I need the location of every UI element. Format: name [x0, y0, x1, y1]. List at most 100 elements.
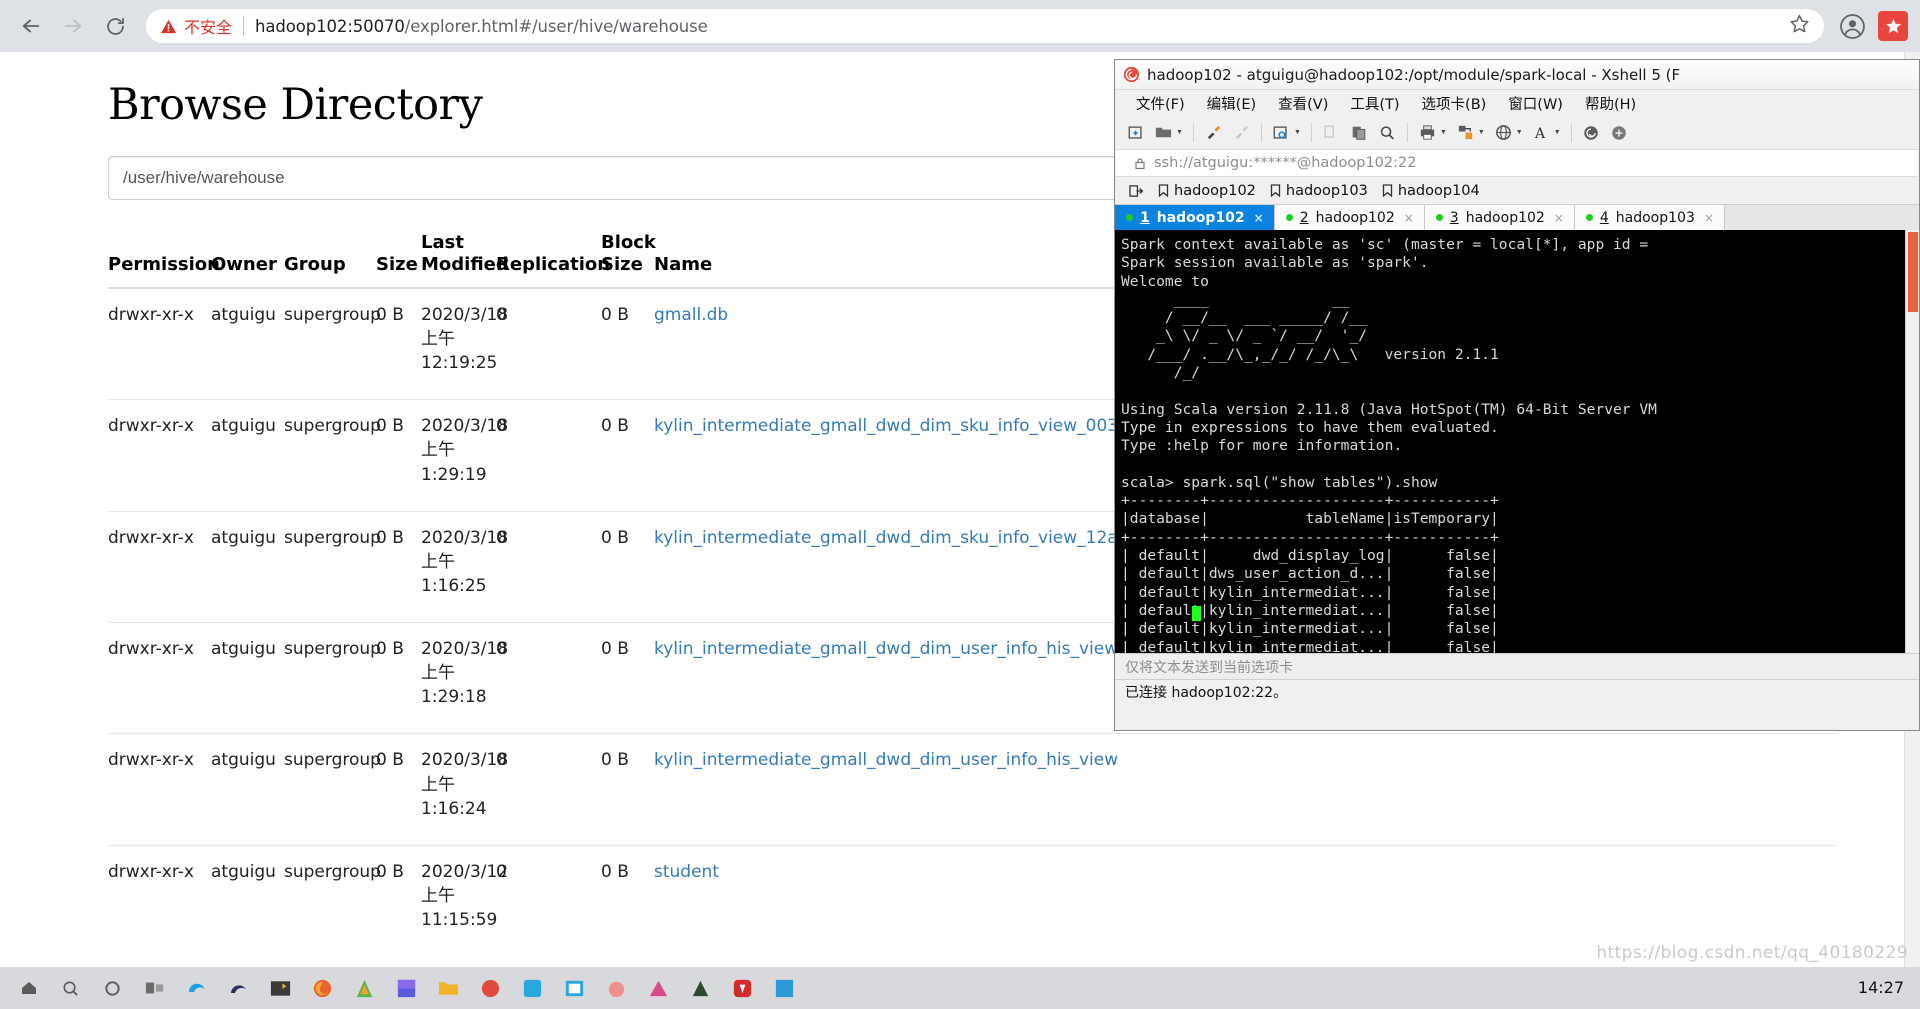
file-link[interactable]: kylin_intermediate_gmall_dwd_dim_sku_inf… [654, 416, 1118, 436]
disconnect-icon[interactable] [1229, 120, 1254, 145]
session-tab-1[interactable]: 1 hadoop102 × [1115, 205, 1275, 230]
tab-close-icon[interactable]: × [1554, 211, 1564, 225]
host-bookmark-hadoop103[interactable]: hadoop103 [1270, 183, 1368, 199]
file-link[interactable]: student [654, 862, 719, 882]
menu-item-7[interactable]: 帮助(H) [1574, 93, 1647, 114]
taskbar-app-b-icon[interactable] [388, 970, 425, 1007]
taskbar-taskview-icon[interactable] [136, 970, 173, 1007]
cell-owner: atguigu [211, 399, 284, 512]
extension-icon[interactable] [1878, 11, 1908, 41]
open-folder-icon[interactable] [1151, 120, 1176, 145]
terminal-scrollbar-thumb[interactable] [1908, 232, 1918, 312]
cell-permission: drwxr-xr-x [108, 399, 211, 512]
host-bookmark-hadoop102[interactable]: hadoop102 [1158, 183, 1256, 199]
menu-item-2[interactable]: 编辑(E) [1196, 93, 1267, 114]
find-icon[interactable] [1375, 120, 1400, 145]
col-last-modified[interactable]: Last Modified [421, 232, 509, 289]
terminal-scrollbar[interactable] [1905, 230, 1919, 653]
new-session-icon[interactable] [1123, 120, 1148, 145]
terminal-text: Spark context available as 'sc' (master … [1121, 236, 1657, 653]
font-caret-icon[interactable]: ▼ [1554, 129, 1561, 136]
tab-close-icon[interactable]: × [1404, 211, 1414, 225]
taskbar-app-c-icon[interactable] [472, 970, 509, 1007]
taskbar-app-h-icon[interactable] [682, 970, 719, 1007]
taskbar-app-f-icon[interactable] [598, 970, 635, 1007]
file-link[interactable]: kylin_intermediate_gmall_dwd_dim_sku_inf… [654, 528, 1118, 548]
tab-close-icon[interactable]: × [1254, 211, 1264, 225]
menu-item-1[interactable]: 文件(F) [1125, 93, 1196, 114]
reload-button[interactable] [96, 7, 134, 45]
security-label: 不安全 [184, 18, 233, 37]
menu-item-6[interactable]: 窗口(W) [1497, 93, 1574, 114]
xftp-app-icon[interactable] [1607, 120, 1632, 145]
session-tab-4[interactable]: 4 hadoop103 × [1574, 205, 1725, 230]
taskbar-clock[interactable]: 14:27 [1858, 979, 1920, 997]
host-bar-open-icon[interactable] [1129, 184, 1144, 198]
print-caret-icon[interactable]: ▼ [1440, 129, 1447, 136]
col-group[interactable]: Group [284, 232, 376, 289]
host-bookmark-hadoop104[interactable]: hadoop104 [1382, 183, 1480, 199]
terminal-output[interactable]: Spark context available as 'sc' (master … [1115, 230, 1919, 653]
xshell-titlebar[interactable]: hadoop102 - atguigu@hadoop102:/opt/modul… [1115, 60, 1919, 90]
globe-caret-icon[interactable]: ▼ [1516, 129, 1523, 136]
forward-button[interactable] [54, 7, 92, 45]
omnibox[interactable]: 不安全 hadoop102:50070/explorer.html#/user/… [146, 9, 1824, 43]
session-tab-3[interactable]: 3 hadoop102 × [1424, 205, 1575, 230]
address-bar-url[interactable]: hadoop102:50070/explorer.html#/user/hive… [255, 17, 708, 36]
bookmark-star-icon[interactable] [1789, 13, 1810, 39]
session-properties-caret-icon[interactable]: ▼ [1294, 129, 1301, 136]
file-link[interactable]: kylin_intermediate_gmall_dwd_dim_user_in… [654, 639, 1118, 659]
file-link[interactable]: kylin_intermediate_gmall_dwd_dim_user_in… [654, 750, 1118, 770]
session-address-bar[interactable]: ssh://atguigu:******@hadoop102:22 [1116, 150, 1918, 177]
menu-item-3[interactable]: 查看(V) [1267, 93, 1339, 114]
paste-icon[interactable] [1347, 120, 1372, 145]
session-tab-2[interactable]: 2 hadoop102 × [1274, 205, 1425, 230]
security-warning[interactable]: 不安全 [160, 14, 232, 38]
taskbar: 14:27 [0, 967, 1920, 1009]
cell-last-modified: 2020/3/18 上午 1:29:18 [421, 622, 508, 734]
taskbar-search-icon[interactable] [52, 970, 89, 1007]
xshell-toolbar: ▼ ▼ ▼ ▼ ▼ A ▼ [1115, 116, 1919, 150]
tab-close-icon[interactable]: × [1704, 211, 1714, 225]
taskbar-app-d-icon[interactable] [514, 970, 551, 1007]
back-button[interactable] [12, 7, 50, 45]
col-permission[interactable]: Permission [108, 232, 220, 289]
taskbar-app-g-icon[interactable] [640, 970, 677, 1007]
taskbar-folder-icon[interactable] [430, 970, 467, 1007]
menu-item-4[interactable]: 工具(T) [1339, 93, 1410, 114]
xshell-app-icon[interactable] [1579, 120, 1604, 145]
font-icon[interactable]: A [1529, 120, 1554, 145]
connect-icon[interactable] [1201, 120, 1226, 145]
host-label: hadoop102 [1174, 182, 1256, 199]
svg-text:A: A [1534, 126, 1546, 142]
profile-avatar[interactable] [1836, 10, 1868, 42]
xshell-window[interactable]: hadoop102 - atguigu@hadoop102:/opt/modul… [1114, 59, 1920, 731]
col-replication[interactable]: Replication [496, 232, 610, 289]
taskbar-start-icon[interactable] [10, 970, 47, 1007]
col-block-size[interactable]: Block Size [601, 232, 656, 289]
menu-item-5[interactable]: 选项卡(B) [1411, 93, 1498, 114]
open-folder-caret-icon[interactable]: ▼ [1176, 129, 1183, 136]
taskbar-app-i-icon[interactable] [724, 970, 761, 1007]
send-text-hint[interactable]: 仅将文本发送到当前选项卡 [1115, 653, 1919, 679]
taskbar-app-j-icon[interactable] [766, 970, 803, 1007]
taskbar-app-a-icon[interactable] [346, 970, 383, 1007]
taskbar-edge-icon[interactable] [178, 970, 215, 1007]
taskbar-firefox-icon[interactable] [304, 970, 341, 1007]
taskbar-cortana-icon[interactable] [94, 970, 131, 1007]
transfer-file-caret-icon[interactable]: ▼ [1478, 129, 1485, 136]
cell-group: supergroup [284, 733, 381, 846]
globe-icon[interactable] [1491, 120, 1516, 145]
copy-icon[interactable] [1319, 120, 1344, 145]
cell-owner: atguigu [211, 844, 284, 957]
warning-triangle-icon [161, 19, 176, 33]
print-icon[interactable] [1415, 120, 1440, 145]
col-owner[interactable]: Owner [211, 232, 284, 289]
col-size[interactable]: Size [376, 232, 421, 289]
taskbar-explorer-icon[interactable] [262, 970, 299, 1007]
taskbar-browser2-icon[interactable] [220, 970, 257, 1007]
transfer-file-icon[interactable] [1453, 120, 1478, 145]
session-properties-icon[interactable] [1269, 120, 1294, 145]
file-link[interactable]: gmall.db [654, 305, 728, 325]
taskbar-app-e-icon[interactable] [556, 970, 593, 1007]
